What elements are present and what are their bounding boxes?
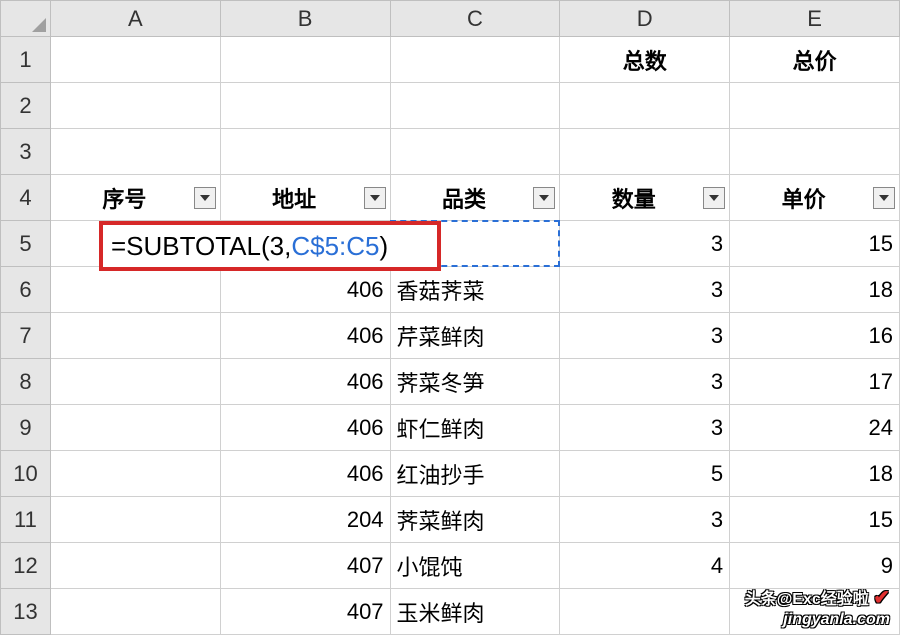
cell-c3[interactable] (390, 129, 560, 175)
filter-dropdown-icon[interactable] (364, 187, 386, 209)
formula-edit-box[interactable]: =SUBTOTAL(3,C$5:C5) (99, 221, 441, 271)
cell-c2[interactable] (390, 83, 560, 129)
col-header-c[interactable]: C (390, 1, 560, 37)
cell-d8[interactable]: 3 (560, 359, 730, 405)
formula-ref: C$5:C5 (291, 231, 379, 262)
cell-e9[interactable]: 24 (730, 405, 900, 451)
cell-c1[interactable] (390, 37, 560, 83)
row-header-8[interactable]: 8 (1, 359, 51, 405)
row-header-5[interactable]: 5 (1, 221, 51, 267)
cell-a7[interactable] (50, 313, 220, 359)
row-header-13[interactable]: 13 (1, 589, 51, 635)
formula-suffix: ) (379, 231, 388, 262)
cell-b8[interactable]: 406 (220, 359, 390, 405)
row-header-1[interactable]: 1 (1, 37, 51, 83)
cell-a12[interactable] (50, 543, 220, 589)
cell-a11[interactable] (50, 497, 220, 543)
cell-c6[interactable]: 香菇荠菜 (390, 267, 560, 313)
cell-d13[interactable] (560, 589, 730, 635)
table-header-label: 数量 (612, 187, 656, 212)
cell-c13[interactable]: 玉米鲜肉 (390, 589, 560, 635)
cell-e11[interactable]: 15 (730, 497, 900, 543)
col-header-a[interactable]: A (50, 1, 220, 37)
table-header-seq[interactable]: 序号 (50, 175, 220, 221)
cell-c11[interactable]: 荠菜鲜肉 (390, 497, 560, 543)
cell-a6[interactable] (50, 267, 220, 313)
cell-b2[interactable] (220, 83, 390, 129)
table-header-label: 品类 (442, 187, 486, 212)
cell-e12[interactable]: 9 (730, 543, 900, 589)
table-header-label: 地址 (272, 187, 316, 212)
cell-e8[interactable]: 17 (730, 359, 900, 405)
cell-c10[interactable]: 红油抄手 (390, 451, 560, 497)
cell-a5[interactable]: =SUBTOTAL(3,C$5:C5) (50, 221, 220, 267)
cell-c8[interactable]: 荠菜冬笋 (390, 359, 560, 405)
table-header-price[interactable]: 单价 (730, 175, 900, 221)
cell-e6[interactable]: 18 (730, 267, 900, 313)
row-header-2[interactable]: 2 (1, 83, 51, 129)
cell-b12[interactable]: 407 (220, 543, 390, 589)
col-header-e[interactable]: E (730, 1, 900, 37)
cell-d5[interactable]: 3 (560, 221, 730, 267)
table-header-cat[interactable]: 品类 (390, 175, 560, 221)
select-all-corner[interactable] (1, 1, 51, 37)
cell-d12[interactable]: 4 (560, 543, 730, 589)
row-header-12[interactable]: 12 (1, 543, 51, 589)
cell-c12[interactable]: 小馄饨 (390, 543, 560, 589)
filter-dropdown-icon[interactable] (194, 187, 216, 209)
cell-b1[interactable] (220, 37, 390, 83)
spreadsheet-grid[interactable]: A B C D E 1 总数 总价 2 3 4 序号 (0, 0, 900, 635)
cell-e7[interactable]: 16 (730, 313, 900, 359)
table-header-qty[interactable]: 数量 (560, 175, 730, 221)
filter-dropdown-icon[interactable] (873, 187, 895, 209)
cell-a9[interactable] (50, 405, 220, 451)
cell-b13[interactable]: 407 (220, 589, 390, 635)
cell-a3[interactable] (50, 129, 220, 175)
row-header-6[interactable]: 6 (1, 267, 51, 313)
cell-d6[interactable]: 3 (560, 267, 730, 313)
cell-a1[interactable] (50, 37, 220, 83)
cell-d10[interactable]: 5 (560, 451, 730, 497)
cell-a8[interactable] (50, 359, 220, 405)
filter-dropdown-icon[interactable] (533, 187, 555, 209)
cell-e3[interactable] (730, 129, 900, 175)
table-header-label: 序号 (102, 187, 146, 212)
cell-b9[interactable]: 406 (220, 405, 390, 451)
cell-b10[interactable]: 406 (220, 451, 390, 497)
cell-b3[interactable] (220, 129, 390, 175)
col-header-b[interactable]: B (220, 1, 390, 37)
cell-e2[interactable] (730, 83, 900, 129)
cell-a13[interactable] (50, 589, 220, 635)
row-header-3[interactable]: 3 (1, 129, 51, 175)
cell-d11[interactable]: 3 (560, 497, 730, 543)
table-header-addr[interactable]: 地址 (220, 175, 390, 221)
cell-e13[interactable] (730, 589, 900, 635)
cell-d3[interactable] (560, 129, 730, 175)
cell-c9[interactable]: 虾仁鲜肉 (390, 405, 560, 451)
formula-prefix: =SUBTOTAL(3, (111, 231, 291, 262)
row-header-7[interactable]: 7 (1, 313, 51, 359)
cell-c7[interactable]: 芹菜鲜肉 (390, 313, 560, 359)
table-header-label: 单价 (782, 187, 826, 212)
row-header-10[interactable]: 10 (1, 451, 51, 497)
col-header-d[interactable]: D (560, 1, 730, 37)
filter-dropdown-icon[interactable] (703, 187, 725, 209)
cell-d9[interactable]: 3 (560, 405, 730, 451)
row-header-4[interactable]: 4 (1, 175, 51, 221)
row-header-11[interactable]: 11 (1, 497, 51, 543)
cell-d1[interactable]: 总数 (560, 37, 730, 83)
cell-d2[interactable] (560, 83, 730, 129)
cell-a10[interactable] (50, 451, 220, 497)
cell-b11[interactable]: 204 (220, 497, 390, 543)
cell-d7[interactable]: 3 (560, 313, 730, 359)
cell-b6[interactable]: 406 (220, 267, 390, 313)
cell-b7[interactable]: 406 (220, 313, 390, 359)
cell-e1[interactable]: 总价 (730, 37, 900, 83)
row-header-9[interactable]: 9 (1, 405, 51, 451)
cell-a2[interactable] (50, 83, 220, 129)
cell-e10[interactable]: 18 (730, 451, 900, 497)
cell-e5[interactable]: 15 (730, 221, 900, 267)
